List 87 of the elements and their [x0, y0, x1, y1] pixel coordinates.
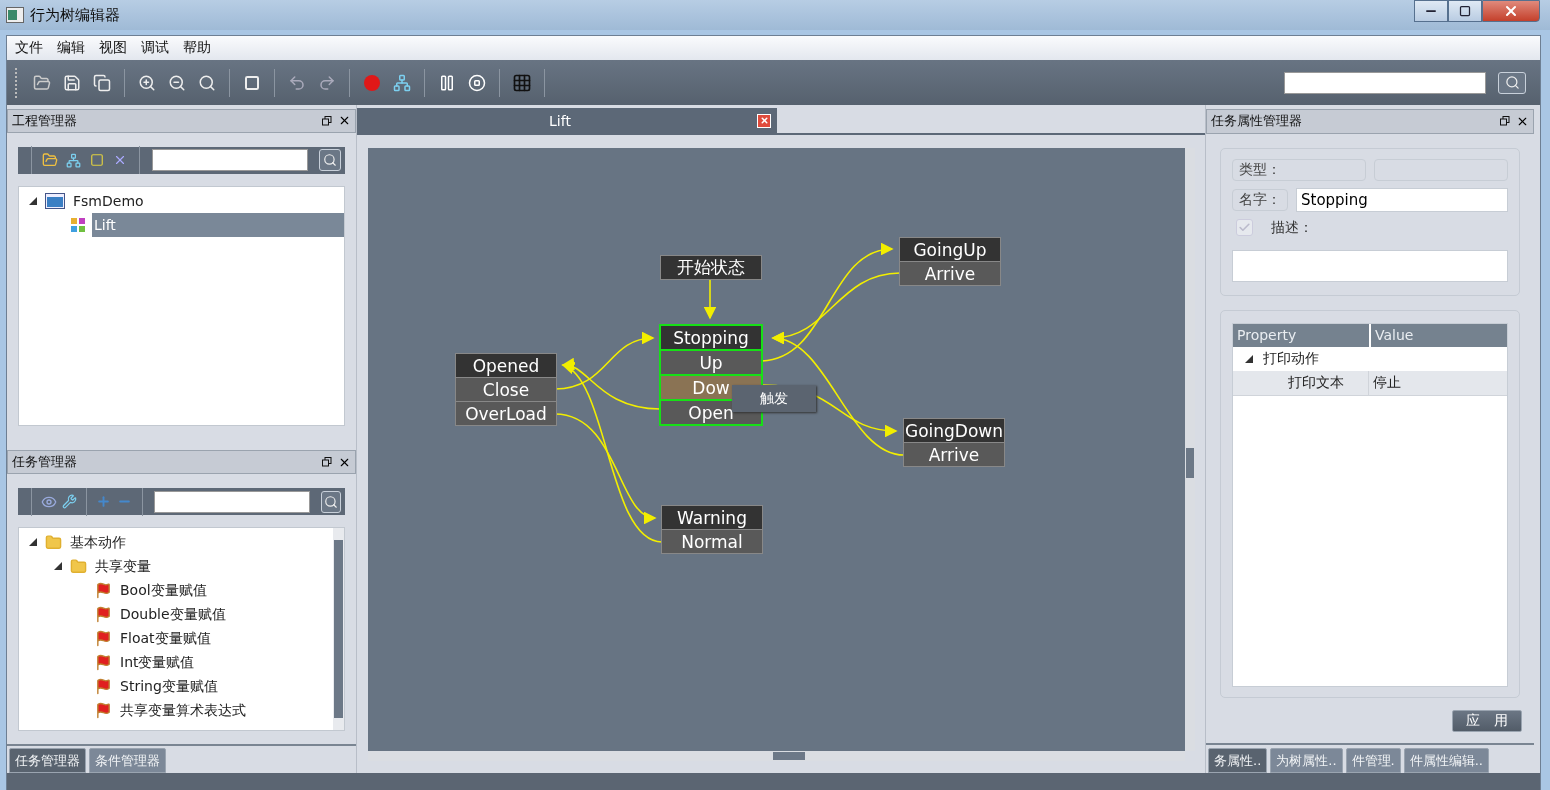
checkbox[interactable] [1236, 219, 1253, 237]
maximize-button[interactable] [1448, 0, 1482, 22]
panel-tab[interactable]: 任务管理器 [9, 748, 86, 773]
flag-icon [95, 629, 112, 647]
restore-icon[interactable] [322, 116, 332, 126]
transition-row[interactable]: OverLoad [456, 402, 556, 425]
panel-title: 任务管理器 [12, 453, 78, 472]
transition-row[interactable]: Up [661, 351, 761, 376]
node-title: Opened [456, 354, 556, 378]
node-title: GoingUp [900, 238, 1000, 262]
property-value[interactable]: 停止 [1369, 370, 1507, 395]
restore-icon[interactable] [322, 457, 332, 468]
flag-icon [95, 605, 112, 623]
editor-tab[interactable]: Lift [357, 108, 777, 133]
field-label: 描述： [1271, 218, 1313, 237]
search-field[interactable] [151, 149, 308, 172]
transition-arrow [703, 278, 717, 320]
window-icon [45, 193, 65, 209]
flag-icon [95, 677, 112, 695]
tooltip: 触发 [732, 385, 816, 412]
maximize-icon [1459, 5, 1471, 17]
transition-row[interactable]: Arrive [904, 443, 1004, 466]
expanded-arrow-icon[interactable] [27, 197, 39, 205]
transition-row[interactable]: Arrive [900, 262, 1000, 285]
expanded-arrow-icon[interactable] [27, 538, 39, 547]
property-name: 打印文本 [1233, 370, 1369, 395]
transition-row[interactable]: Close [456, 378, 556, 402]
tree-item[interactable]: Int变量赋值 [118, 650, 201, 675]
tree-item[interactable]: String变量赋值 [118, 674, 224, 699]
description-field[interactable] [1232, 249, 1508, 282]
expanded-arrow-icon[interactable] [52, 562, 64, 571]
panel-title: 工程管理器 [12, 112, 78, 130]
search-field[interactable] [154, 490, 311, 513]
menu-item[interactable]: 调试 [141, 39, 169, 57]
folder-icon [70, 557, 87, 575]
expanded-arrow-icon[interactable] [1243, 354, 1255, 363]
node-title: Warning [662, 506, 762, 530]
flag-icon [95, 653, 112, 671]
menu-item[interactable]: 文件 [15, 39, 43, 57]
state-node[interactable]: GoingUp Arrive [899, 237, 1001, 286]
tree-item[interactable]: Bool变量赋值 [118, 578, 213, 603]
panel-title: 任务属性管理器 [1211, 112, 1303, 131]
close-button[interactable] [1482, 0, 1540, 22]
column-header: Value [1371, 323, 1507, 347]
field-label: 类型： [1232, 158, 1366, 181]
column-header: Property [1233, 323, 1369, 347]
search-icon [322, 153, 337, 168]
panel-tab[interactable]: 务属性.. [1208, 748, 1268, 773]
tree-item[interactable]: 共享变量 [93, 554, 157, 579]
search-field[interactable] [1284, 71, 1486, 94]
tree-item[interactable]: Double变量赋值 [118, 602, 232, 627]
apply-button[interactable]: 应 用 [1452, 709, 1522, 732]
search-button[interactable] [1498, 71, 1526, 94]
search-button[interactable] [321, 490, 342, 513]
name-field[interactable]: Stopping [1296, 187, 1508, 212]
group-label: 打印动作 [1263, 349, 1319, 368]
close-icon [1503, 3, 1519, 19]
minimize-button[interactable] [1414, 0, 1448, 22]
field-label: 名字： [1232, 188, 1288, 211]
window-title: 行为树编辑器 [30, 5, 121, 25]
menu-item[interactable]: 帮助 [183, 39, 211, 57]
search-icon [1504, 75, 1520, 90]
close-icon[interactable] [757, 113, 771, 128]
menu-item[interactable]: 编辑 [57, 39, 85, 57]
tree-item[interactable]: FsmDemo [71, 189, 150, 213]
app-icon [6, 7, 24, 23]
flag-icon [95, 701, 112, 719]
start-node[interactable]: 开始状态 [660, 255, 762, 280]
search-icon [324, 494, 339, 509]
transition-row[interactable]: Normal [662, 530, 762, 553]
tree-item[interactable]: Float变量赋值 [118, 626, 217, 651]
flag-icon [95, 581, 112, 599]
state-node[interactable]: Warning Normal [661, 505, 763, 554]
colored-grid-icon [70, 217, 86, 233]
search-button[interactable] [318, 149, 341, 172]
node-title: GoingDown [904, 419, 1004, 443]
state-node[interactable]: GoingDown Arrive [903, 418, 1005, 467]
tree-item[interactable]: Lift [92, 213, 344, 237]
tree-item[interactable]: 基本动作 [68, 530, 132, 555]
restore-icon[interactable] [1500, 116, 1510, 127]
diagram-canvas[interactable]: 开始状态 GoingUp Arrive Opened Close OverLoad Stopping Up Dow Open GoingDown Arrive Warning Normal 触发 [368, 148, 1185, 751]
menu-item[interactable]: 视图 [99, 39, 127, 57]
folder-icon [45, 533, 62, 551]
scrollbar[interactable] [333, 528, 344, 731]
node-title: Stopping [661, 326, 761, 351]
state-node[interactable]: Opened Close OverLoad [455, 353, 557, 426]
tree-item[interactable]: 共享变量算术表达式 [118, 698, 252, 723]
